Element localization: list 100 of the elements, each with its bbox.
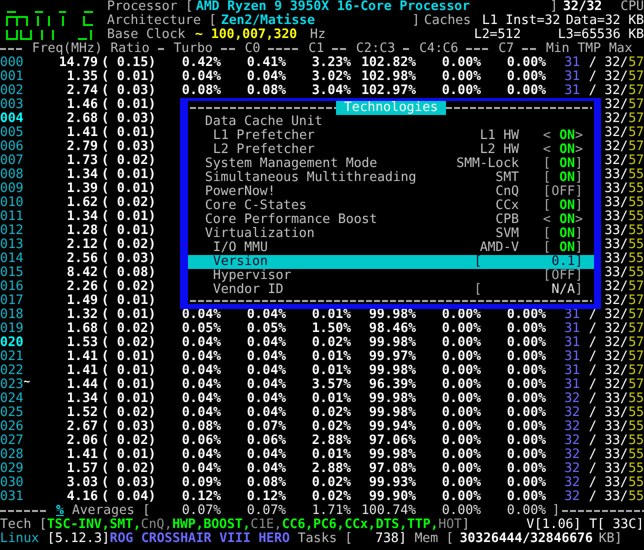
menu-row[interactable]: Version [ 0.1] [188, 255, 594, 269]
core-label: 031 [0, 490, 24, 504]
toggle-value[interactable]: ON [551, 241, 575, 255]
bracket-text: ] [575, 255, 583, 269]
table-cell-text: 0.00% [506, 392, 546, 406]
table-cell-text: 0.01% [310, 448, 351, 462]
table-cell-text: 99.98% [368, 308, 416, 322]
core-label: 028 [0, 448, 24, 462]
table-cell-text: / 33/ [588, 392, 628, 406]
table-cell-text: 1.50% [310, 322, 351, 336]
toggle-value[interactable]: ON [551, 171, 575, 185]
table-cell-text: 1.46 [66, 98, 98, 112]
table-cell-text: 0.04% [180, 350, 221, 364]
table-cell-text: 32 [563, 490, 580, 504]
field-value: 0.1 [550, 255, 575, 269]
tech-feature-label: DTS, [376, 518, 408, 532]
table-cell-text: 0.04% [246, 406, 286, 420]
bracket-text: > [575, 143, 583, 157]
column-header: C2:C3 [356, 42, 396, 56]
table-cell-text: 2.06 [66, 434, 98, 448]
average-value: 0.07% [180, 504, 221, 518]
bracket-text: ] [575, 283, 583, 297]
table-cell-text: 2.68 [66, 112, 98, 126]
table-cell-text: 32 [563, 392, 580, 406]
core-label: 030 [0, 476, 24, 490]
table-cell: 55 [628, 434, 644, 448]
table-cell-text: 96.39% [368, 378, 416, 392]
table-cell-text: 0.04% [180, 448, 221, 462]
toggle-value[interactable]: ON [551, 213, 575, 227]
table-cell-text: 32/ [604, 280, 628, 294]
table-cell-text: 1.57 [66, 462, 98, 476]
menu-row[interactable]: PowerNow! CnQ [OFF] [188, 185, 594, 199]
menu-row[interactable]: L1 Prefetcher L1 HW < ON> [188, 129, 594, 143]
table-cell-text: 1.41 [66, 350, 98, 364]
table-cell-text: 32 [563, 434, 580, 448]
toggle-value[interactable]: ON [551, 157, 575, 171]
bracket-text: ] [462, 518, 470, 532]
table-cell: 55 [628, 476, 644, 490]
table-cell-text: 0.04% [246, 308, 286, 322]
table-cell: 57 [628, 280, 644, 294]
table-cell-text: 33/ [604, 168, 628, 182]
column-header: Turbo [174, 42, 213, 56]
table-cell-text: 0.02% [310, 490, 351, 504]
core-label: 012 [0, 224, 24, 238]
menu-row[interactable]: Vendor ID [ N/A] [188, 283, 594, 297]
table-cell: 55 [628, 252, 644, 266]
bracket-text: [ [543, 241, 551, 255]
toggle-value[interactable]: ON [551, 143, 575, 157]
table-cell-text: 33/ [604, 182, 628, 196]
table-cell-text: 0.04% [246, 462, 286, 476]
table-cell-text: 31 [563, 56, 580, 70]
bracket-text: [ [543, 157, 551, 171]
core-label: 011 [0, 210, 24, 224]
table-cell: 55 [628, 182, 644, 196]
core-label: 020 [0, 336, 24, 350]
table-cell-text: 33/ [604, 266, 628, 280]
bracket-text: > [575, 213, 583, 227]
tech-feature-label: SMT, [110, 518, 141, 532]
toggle-value[interactable]: ON [551, 129, 575, 143]
table-cell-text: 0.06% [180, 434, 221, 448]
toggle-value[interactable]: ON [551, 227, 575, 241]
table-cell-text: 0.04% [246, 70, 286, 84]
dialog-title: Technologies [336, 101, 446, 115]
kernel-version: [5.12.3] [47, 532, 110, 546]
menu-row[interactable]: I/O MMU AMD-V [ ON] [188, 241, 594, 255]
menu-row[interactable]: Core C-States CCx [ ON] [188, 199, 594, 213]
table-cell-text: 0.01% [310, 350, 351, 364]
table-cell-text: ( 0.02) [100, 196, 156, 210]
table-cell-text: / 33/ [588, 476, 628, 490]
toggle-value[interactable]: OFF [551, 269, 575, 283]
table-cell: 57 [628, 154, 644, 168]
menu-row[interactable]: Simultaneous Multithreading SMT [ ON] [188, 171, 594, 185]
table-cell-text: ( 0.02) [100, 462, 156, 476]
table-cell-text: / 33/ [588, 462, 628, 476]
percent-toggle[interactable]: % [56, 504, 72, 518]
table-cell-text: 0.04% [180, 336, 221, 350]
table-cell-text: 0.00% [506, 350, 546, 364]
table-cell-text: / 32/ [588, 308, 628, 322]
table-cell-text: 0.00% [440, 406, 481, 420]
table-cell-text: 0.06% [246, 434, 286, 448]
core-label: 008 [0, 168, 24, 182]
core-label: 019 [0, 322, 24, 336]
core-label: 003 [0, 98, 24, 112]
core-label: 014 [0, 252, 24, 266]
menu-row[interactable]: System Management Mode SMM-Lock [ ON] [188, 157, 594, 171]
toggle-value[interactable]: OFF [551, 185, 575, 199]
table-cell-text: ( 0.02) [100, 336, 156, 350]
menu-row[interactable]: Core Performance Boost CPB < ON> [188, 213, 594, 227]
menu-row[interactable]: Hypervisor [OFF] [188, 269, 594, 283]
menu-row[interactable]: Virtualization SVM [ ON] [188, 227, 594, 241]
core-label: 026 [0, 420, 24, 434]
menu-row[interactable]: Data Cache Unit [188, 115, 594, 129]
table-cell-text: 1.41 [66, 126, 98, 140]
average-value: 0.07% [246, 504, 286, 518]
item-label: Data Cache Unit [205, 115, 324, 129]
toggle-value[interactable]: ON [551, 199, 575, 213]
item-label: L2 Prefetcher [213, 143, 316, 157]
menu-row[interactable]: L2 Prefetcher L2 HW < ON> [188, 143, 594, 157]
averages-label: Averages [ [72, 504, 152, 518]
table-cell-text: 0.04% [246, 350, 286, 364]
